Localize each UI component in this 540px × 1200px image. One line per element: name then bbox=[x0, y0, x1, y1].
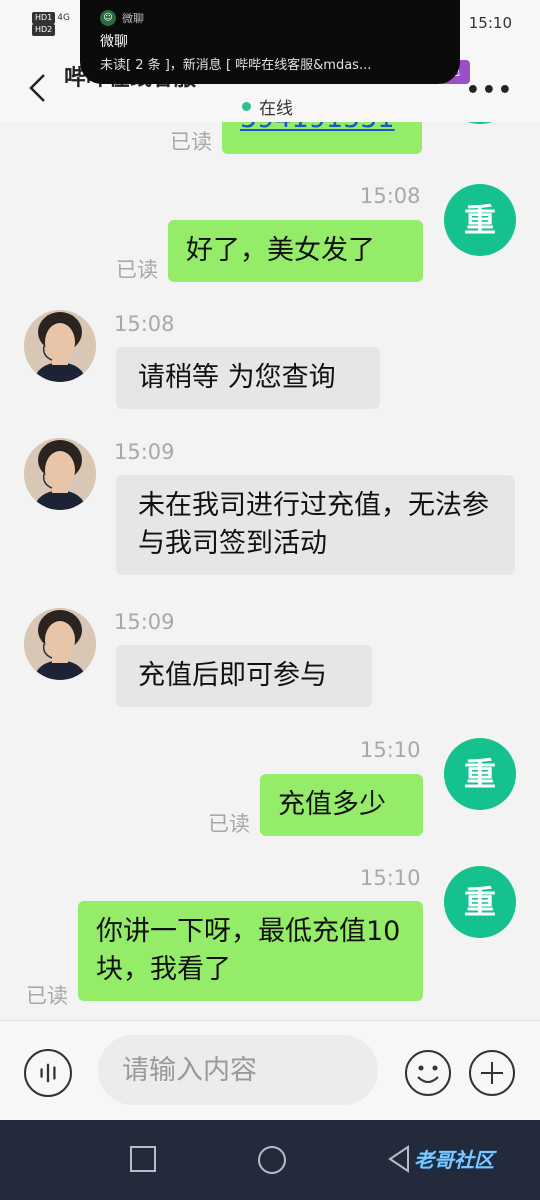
message-bubble[interactable]: 请稍等 为您查询 bbox=[116, 347, 380, 409]
message-text: 未在我司进行过充值，无法参与我司签到活动 bbox=[138, 490, 489, 559]
agent-avatar[interactable] bbox=[24, 438, 96, 510]
online-dot-icon bbox=[242, 102, 251, 111]
notification-title: 微聊 bbox=[100, 34, 128, 50]
read-receipt: 已读 bbox=[208, 812, 250, 836]
clock: 15:10 bbox=[468, 14, 512, 32]
signal-indicators: HD1 4G HD2 bbox=[32, 12, 70, 36]
my-avatar[interactable]: 重 bbox=[444, 184, 516, 256]
message-time: 15:10 bbox=[360, 738, 421, 762]
network-label: 4G bbox=[57, 13, 70, 23]
chat-app-icon: ☺ bbox=[100, 10, 116, 26]
message-bubble[interactable]: 充值后即可参与 bbox=[116, 645, 372, 707]
hd2-label: HD2 bbox=[32, 24, 56, 36]
system-nav-bar: 老哥社区 bbox=[0, 1120, 540, 1200]
my-avatar[interactable] bbox=[444, 122, 516, 124]
triangle-back-icon[interactable] bbox=[386, 1144, 412, 1174]
message-text: 充值多少 bbox=[278, 789, 386, 820]
message-time: 15:09 bbox=[114, 610, 175, 634]
agent-photo-icon bbox=[24, 438, 96, 510]
message-time: 15:08 bbox=[360, 184, 421, 208]
message-bubble[interactable]: 好了，美女发了 bbox=[168, 220, 423, 282]
voice-wave-icon[interactable] bbox=[24, 1049, 72, 1097]
message-time: 15:09 bbox=[114, 440, 175, 464]
read-receipt: 已读 bbox=[116, 258, 158, 282]
online-status: 在线 bbox=[242, 94, 293, 119]
message-bubble[interactable]: 你讲一下呀，最低充值10块，我看了 bbox=[78, 901, 423, 1001]
more-horizontal-icon[interactable]: ••• bbox=[466, 78, 514, 103]
agent-avatar[interactable] bbox=[24, 310, 96, 382]
message-bubble[interactable]: 充值多少 bbox=[260, 774, 423, 836]
input-bar bbox=[0, 1020, 540, 1120]
message-time: 15:10 bbox=[360, 866, 421, 890]
read-receipt: 已读 bbox=[26, 984, 68, 1008]
watermark-logo: 老哥社区 bbox=[414, 1148, 494, 1172]
message-input[interactable] bbox=[98, 1035, 378, 1105]
message-text: 请稍等 为您查询 bbox=[138, 362, 336, 393]
chevron-left-icon[interactable] bbox=[26, 72, 50, 104]
online-status-label: 在线 bbox=[259, 99, 293, 119]
message-bubble[interactable]: 未在我司进行过充值，无法参与我司签到活动 bbox=[116, 475, 515, 575]
notification-app-name: 微聊 bbox=[122, 12, 144, 25]
message-text: 你讲一下呀，最低充值10块，我看了 bbox=[96, 916, 401, 985]
square-icon[interactable] bbox=[130, 1146, 156, 1172]
notification-app: ☺ 微聊 bbox=[100, 10, 440, 26]
plus-icon[interactable] bbox=[468, 1049, 516, 1097]
agent-avatar[interactable] bbox=[24, 608, 96, 680]
agent-photo-icon bbox=[24, 310, 96, 382]
my-avatar[interactable]: 重 bbox=[444, 738, 516, 810]
message-text: 充值后即可参与 bbox=[138, 660, 327, 691]
hd1-label: HD1 bbox=[32, 12, 56, 24]
notification-banner[interactable]: ☺ 微聊 微聊 未读[ 2 条 ]，新消息 [ 哔哔在线客服&mdas... bbox=[80, 0, 460, 84]
message-list[interactable]: 已读 594191551 15:08 重 已读 好了，美女发了 15:08 请稍… bbox=[0, 122, 540, 1020]
message-bubble[interactable]: 594191551 bbox=[222, 122, 422, 154]
my-avatar[interactable]: 重 bbox=[444, 866, 516, 938]
read-receipt: 已读 bbox=[170, 130, 212, 154]
agent-photo-icon bbox=[24, 608, 96, 680]
message-text[interactable]: 594191551 bbox=[240, 122, 395, 134]
notification-body: 未读[ 2 条 ]，新消息 [ 哔哔在线客服&mdas... bbox=[100, 58, 372, 73]
circle-icon[interactable] bbox=[258, 1146, 286, 1174]
smiley-icon[interactable] bbox=[404, 1049, 452, 1097]
message-time: 15:08 bbox=[114, 312, 175, 336]
message-text: 好了，美女发了 bbox=[186, 235, 375, 266]
